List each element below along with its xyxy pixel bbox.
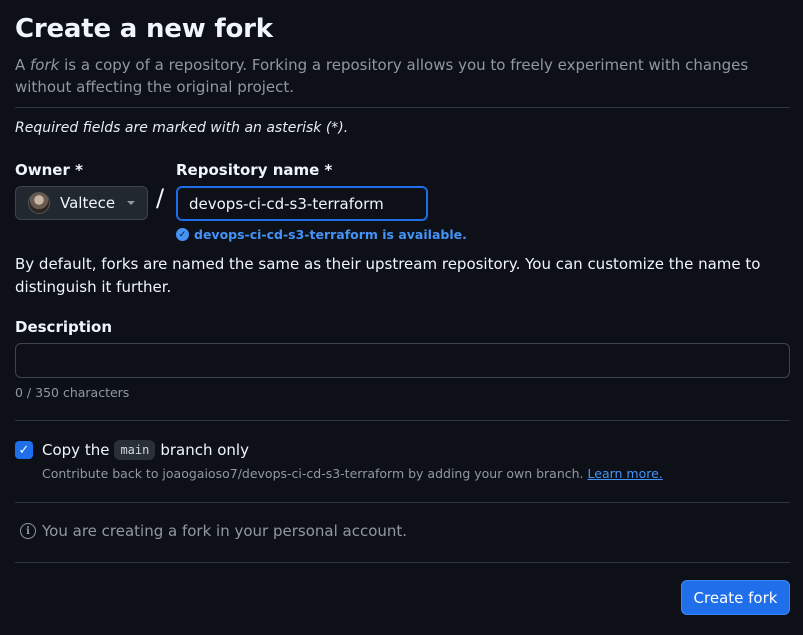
availability-message: ✓ devops-ci-cd-s3-terraform is available… xyxy=(176,227,467,242)
branch-name-chip: main xyxy=(114,440,156,460)
create-fork-button[interactable]: Create fork xyxy=(681,580,790,615)
subtitle-suffix: is a copy of a repository. Forking a rep… xyxy=(15,56,749,96)
check-circle-icon: ✓ xyxy=(176,228,189,241)
avatar xyxy=(28,192,50,214)
copy-branch-help-text: Contribute back to joaogaioso7/devops-ci… xyxy=(42,466,584,481)
owner-value: Valtece xyxy=(60,194,116,212)
chevron-down-icon xyxy=(127,201,135,205)
page-title: Create a new fork xyxy=(15,14,273,44)
description-char-count: 0 / 350 characters xyxy=(15,385,130,400)
copy-main-branch-option: ✓ Copy the main branch only xyxy=(15,440,249,460)
fork-info-text: You are creating a fork in your personal… xyxy=(42,522,408,540)
create-fork-page: Create a new fork A fork is a copy of a … xyxy=(0,0,803,635)
description-input[interactable] xyxy=(15,343,790,378)
copy-branch-text-before: Copy the xyxy=(42,441,110,459)
divider xyxy=(15,107,790,108)
copy-main-branch-checkbox[interactable]: ✓ xyxy=(15,441,33,459)
availability-text: devops-ci-cd-s3-terraform is available. xyxy=(194,227,467,242)
fork-info-message: i You are creating a fork in your person… xyxy=(20,522,407,540)
page-subtitle: A fork is a copy of a repository. Forkin… xyxy=(15,54,790,98)
subtitle-prefix: A xyxy=(15,56,31,74)
copy-branch-help: Contribute back to joaogaioso7/devops-ci… xyxy=(42,466,663,481)
repository-name-label: Repository name * xyxy=(176,161,333,179)
owner-label: Owner * xyxy=(15,161,83,179)
divider xyxy=(15,502,790,503)
info-icon: i xyxy=(20,523,36,539)
divider xyxy=(15,420,790,421)
naming-help-text: By default, forks are named the same as … xyxy=(15,255,761,296)
divider xyxy=(15,562,790,563)
required-fields-note: Required fields are marked with an aster… xyxy=(15,120,349,136)
description-label: Description xyxy=(15,318,113,336)
repository-name-input[interactable] xyxy=(176,186,428,221)
subtitle-emphasis: fork xyxy=(30,56,60,74)
owner-select-button[interactable]: Valtece xyxy=(15,186,148,220)
owner-repo-separator: / xyxy=(156,184,165,212)
learn-more-link[interactable]: Learn more. xyxy=(588,466,663,481)
copy-branch-text-after: branch only xyxy=(160,441,249,459)
